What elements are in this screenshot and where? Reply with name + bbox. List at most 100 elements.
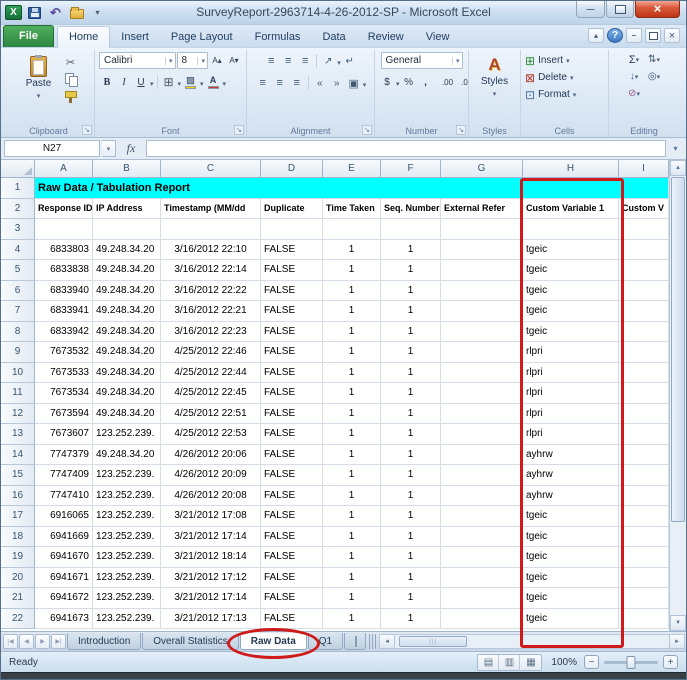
grid-cell[interactable]: 1 — [381, 568, 441, 589]
grid-cell[interactable]: 123.252.239. — [93, 588, 161, 609]
column-header-h[interactable]: H — [523, 160, 619, 178]
grid-cell[interactable]: FALSE — [261, 404, 323, 425]
tab-insert[interactable]: Insert — [110, 27, 160, 47]
grid-cell[interactable] — [619, 219, 669, 240]
paste-button[interactable]: Paste — [19, 52, 59, 110]
grid-cell[interactable]: 1 — [323, 260, 381, 281]
underline-button[interactable]: U — [133, 75, 149, 90]
collapse-ribbon-icon[interactable] — [588, 28, 604, 43]
grid-cell[interactable]: FALSE — [261, 486, 323, 507]
grid-cell[interactable] — [619, 506, 669, 527]
grid-cell[interactable]: 1 — [323, 609, 381, 630]
font-dialog-launcher[interactable] — [234, 125, 244, 135]
grid-cell[interactable] — [619, 568, 669, 589]
grid-cell[interactable]: 4/25/2012 22:45 — [161, 383, 261, 404]
grid-cell[interactable]: 3/21/2012 17:14 — [161, 527, 261, 548]
grid-cell[interactable]: 6941672 — [35, 588, 93, 609]
minimize-button[interactable] — [576, 1, 605, 18]
grid-cell[interactable]: 1 — [381, 363, 441, 384]
number-dialog-launcher[interactable] — [456, 125, 466, 135]
row-header[interactable]: 19 — [1, 547, 35, 568]
grid-cell[interactable] — [441, 322, 523, 343]
grid-cell[interactable]: tgeic — [523, 260, 619, 281]
merge-center-dropdown-icon[interactable] — [363, 74, 367, 92]
grid-cell[interactable]: 1 — [381, 506, 441, 527]
report-title-cell[interactable]: Raw Data / Tabulation Report — [35, 178, 669, 199]
grid-cell[interactable]: 7673594 — [35, 404, 93, 425]
sheet-tab-q1[interactable]: Q1 — [308, 633, 343, 650]
grid-cell[interactable]: 1 — [323, 240, 381, 261]
grid-cell[interactable] — [523, 219, 619, 240]
grid-cell[interactable] — [619, 281, 669, 302]
grid-cell[interactable] — [441, 445, 523, 466]
underline-dropdown-icon[interactable] — [150, 73, 154, 91]
grid-cell[interactable]: 7747379 — [35, 445, 93, 466]
borders-icon[interactable] — [161, 75, 177, 90]
scroll-up-icon[interactable] — [670, 160, 686, 176]
help-icon[interactable] — [607, 28, 623, 43]
column-header-g[interactable]: G — [441, 160, 523, 178]
tab-review[interactable]: Review — [357, 27, 415, 47]
grid-cell[interactable]: 1 — [323, 281, 381, 302]
grid-cell[interactable]: 1 — [323, 486, 381, 507]
grid-cell[interactable]: FALSE — [261, 260, 323, 281]
tab-view[interactable]: View — [415, 27, 461, 47]
row-header[interactable]: 10 — [1, 363, 35, 384]
previous-sheet-icon[interactable] — [19, 634, 34, 649]
cut-icon[interactable] — [63, 55, 79, 70]
grid-cell[interactable] — [261, 219, 323, 240]
fill-color-icon[interactable] — [183, 76, 198, 89]
grid-cell[interactable]: FALSE — [261, 609, 323, 630]
grid-cell[interactable]: FALSE — [261, 281, 323, 302]
grid-cell[interactable]: 1 — [323, 588, 381, 609]
grid-cell[interactable]: 1 — [323, 383, 381, 404]
grid-cell[interactable] — [441, 281, 523, 302]
grid-cell[interactable]: 1 — [323, 445, 381, 466]
orientation-icon[interactable] — [320, 54, 336, 69]
grid-cell[interactable]: 1 — [381, 465, 441, 486]
font-name-combo[interactable]: Calibri — [99, 52, 176, 69]
grid-cell[interactable]: tgeic — [523, 506, 619, 527]
grid-cell[interactable] — [441, 240, 523, 261]
fill-color-dropdown-icon[interactable] — [200, 73, 204, 91]
grid-cell[interactable]: 123.252.239. — [93, 568, 161, 589]
align-left-icon[interactable] — [255, 76, 271, 91]
grid-cell[interactable]: 6941673 — [35, 609, 93, 630]
number-format-combo[interactable]: General — [381, 52, 463, 69]
vertical-scrollbar[interactable] — [669, 160, 686, 631]
grid-cell[interactable]: tgeic — [523, 281, 619, 302]
grid-cell[interactable] — [619, 588, 669, 609]
grid-cell[interactable] — [619, 404, 669, 425]
accounting-dropdown-icon[interactable] — [396, 73, 400, 91]
column-label-cell[interactable]: IP Address — [93, 199, 161, 220]
row-header[interactable]: 5 — [1, 260, 35, 281]
normal-view-icon[interactable] — [478, 655, 499, 670]
name-box[interactable]: N27 — [4, 140, 100, 157]
scroll-down-icon[interactable] — [670, 615, 686, 631]
grid-cell[interactable]: 123.252.239. — [93, 609, 161, 630]
grid-cell[interactable]: 1 — [381, 547, 441, 568]
grid-cell[interactable]: 49.248.34.20 — [93, 404, 161, 425]
grid-cell[interactable]: 3/16/2012 22:22 — [161, 281, 261, 302]
grid-cell[interactable] — [441, 219, 523, 240]
row-header[interactable]: 7 — [1, 301, 35, 322]
grid-cell[interactable]: 6833942 — [35, 322, 93, 343]
grid-cell[interactable]: 49.248.34.20 — [93, 260, 161, 281]
grid-cell[interactable] — [619, 260, 669, 281]
grid-cell[interactable]: 1 — [381, 383, 441, 404]
row-header[interactable]: 9 — [1, 342, 35, 363]
grid-cell[interactable]: 6833803 — [35, 240, 93, 261]
grid-cell[interactable]: 7673534 — [35, 383, 93, 404]
grid-cell[interactable]: 1 — [323, 568, 381, 589]
grid-cell[interactable] — [161, 219, 261, 240]
grid-cell[interactable]: 6941671 — [35, 568, 93, 589]
page-break-view-icon[interactable] — [520, 655, 541, 670]
grid-cell[interactable]: 6833940 — [35, 281, 93, 302]
delete-cells-button[interactable]: Delete — [525, 69, 573, 86]
grid-cell[interactable]: 1 — [381, 445, 441, 466]
grid-cell[interactable]: tgeic — [523, 527, 619, 548]
grid-cell[interactable]: 49.248.34.20 — [93, 240, 161, 261]
grid-cell[interactable]: rlpri — [523, 383, 619, 404]
row-header[interactable]: 22 — [1, 609, 35, 630]
vertical-scrollbar-track[interactable] — [670, 523, 686, 615]
